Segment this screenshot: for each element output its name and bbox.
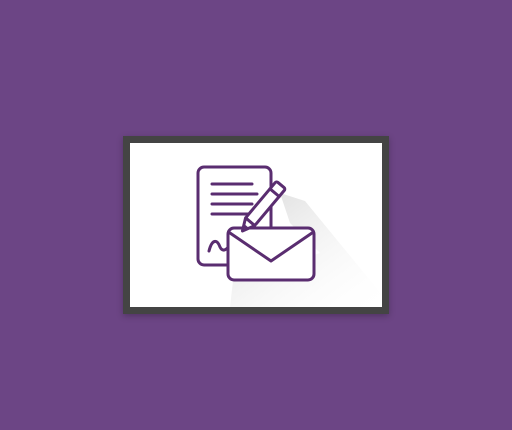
contract-mail-illustration xyxy=(196,165,382,307)
image-card xyxy=(130,143,382,307)
envelope-icon xyxy=(226,226,316,282)
image-frame xyxy=(123,136,389,314)
